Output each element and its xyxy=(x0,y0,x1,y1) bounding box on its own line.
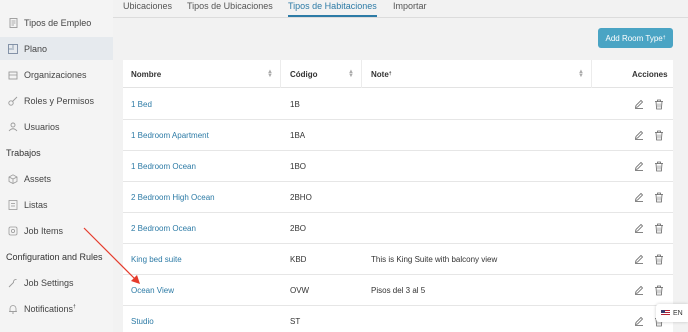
sort-icon[interactable]: ▲ ▼ xyxy=(348,69,354,79)
list-icon xyxy=(8,199,18,210)
sidebar-item-label: Roles y Permisos xyxy=(24,95,95,106)
organization-icon xyxy=(8,70,18,80)
trash-icon[interactable] xyxy=(653,129,665,141)
tab-ubicaciones[interactable]: Ubicaciones xyxy=(123,0,172,17)
edit-icon[interactable] xyxy=(633,160,645,172)
edit-icon[interactable] xyxy=(633,222,645,234)
table-row: King bed suite KBD This is King Suite with… xyxy=(123,244,673,275)
sidebar-item-plano[interactable]: Plano xyxy=(0,37,113,60)
bell-icon xyxy=(8,304,18,314)
room-type-code: KBD xyxy=(290,255,307,264)
key-icon xyxy=(8,96,18,106)
sidebar-item-usuarios[interactable]: Usuarios xyxy=(0,115,113,138)
table-row: Ocean View OVW Pisos del 3 al 5 xyxy=(123,275,673,306)
trash-icon[interactable] xyxy=(653,98,665,110)
trash-icon[interactable] xyxy=(653,160,665,172)
floorplan-icon xyxy=(8,43,18,54)
edit-icon[interactable] xyxy=(633,191,645,203)
table-row: 2 Bedroom Ocean 2BO xyxy=(123,213,673,244)
users-icon xyxy=(8,122,18,132)
table-header: Nombre ▲ ▼ Código ▲ ▼ Note † ▲ ▼ Acciones xyxy=(123,60,673,88)
column-divider xyxy=(361,60,362,88)
sidebar-item-label: Listas xyxy=(24,199,48,210)
tab-tipos-de-ubicaciones[interactable]: Tipos de Ubicaciones xyxy=(187,0,273,17)
sidebar-item-job-settings[interactable]: Job Settings xyxy=(0,271,113,294)
sidebar-item-listas[interactable]: Listas xyxy=(0,193,113,216)
table-row: 1 Bed 1B xyxy=(123,89,673,120)
language-selector[interactable]: EN xyxy=(656,304,688,322)
tab-tipos-de-habitaciones[interactable]: Tipos de Habitaciones xyxy=(288,0,377,17)
sidebar-item-organizaciones[interactable]: Organizaciones xyxy=(0,63,113,86)
room-type-code: OVW xyxy=(290,286,310,295)
sidebar-item-label: Organizaciones xyxy=(24,69,87,80)
trash-icon[interactable] xyxy=(653,222,665,234)
wrench-icon xyxy=(8,278,18,288)
room-type-note: Pisos del 3 al 5 xyxy=(371,286,426,295)
room-type-name-link[interactable]: 1 Bedroom Ocean xyxy=(131,151,196,182)
room-type-name-link[interactable]: 1 Bed xyxy=(131,89,152,120)
room-type-name-link[interactable]: King bed suite xyxy=(131,244,182,275)
column-divider xyxy=(280,60,281,88)
room-type-name-link[interactable]: Studio xyxy=(131,306,154,332)
sidebar-item-label: Assets xyxy=(24,173,52,184)
tab-divider xyxy=(113,17,688,18)
column-header-note[interactable]: Note † xyxy=(371,60,392,88)
sidebar-item-label: Job Items xyxy=(24,225,64,236)
edit-icon[interactable] xyxy=(633,284,645,296)
trash-icon[interactable] xyxy=(653,253,665,265)
room-type-name-link[interactable]: 1 Bedroom Apartment xyxy=(131,120,209,151)
section-heading-configuration: Configuration and Rules xyxy=(6,252,103,262)
room-type-note: This is King Suite with balcony view xyxy=(371,255,498,264)
sidebar-item-notifications[interactable]: Notifications† xyxy=(0,297,113,320)
add-room-type-button[interactable]: Add Room Type † xyxy=(598,28,673,48)
sidebar-item-label: Tipos de Empleo xyxy=(24,17,92,28)
sidebar-item-tipos-de-empleo[interactable]: Tipos de Empleo xyxy=(0,11,113,34)
table-row: Studio ST xyxy=(123,306,673,332)
us-flag-icon xyxy=(661,310,670,316)
hanger-icon xyxy=(8,226,18,236)
edit-icon[interactable] xyxy=(633,315,645,327)
sidebar-item-label: Job Settings xyxy=(24,277,74,288)
table-row: 2 Bedroom High Ocean 2BHO xyxy=(123,182,673,213)
section-heading-trabajos: Trabajos xyxy=(6,148,41,158)
room-type-code: 1BA xyxy=(290,131,306,140)
sidebar-item-label: Usuarios xyxy=(24,121,60,132)
room-type-name-link[interactable]: Ocean View xyxy=(131,275,174,306)
room-types-table: Nombre ▲ ▼ Código ▲ ▼ Note † ▲ ▼ Acciones 1 … xyxy=(123,60,673,332)
room-type-code: ST xyxy=(290,317,301,326)
sidebar-item-roles-y-permisos[interactable]: Roles y Permisos xyxy=(0,89,113,112)
edit-icon[interactable] xyxy=(633,129,645,141)
sort-icon[interactable]: ▲ ▼ xyxy=(267,69,273,79)
room-type-code: 1B xyxy=(290,100,300,109)
sort-icon[interactable]: ▲ ▼ xyxy=(578,69,584,79)
sidebar-item-label: Notifications† xyxy=(24,303,76,314)
column-header-acciones: Acciones xyxy=(632,69,668,79)
room-type-code: 1BO xyxy=(290,162,307,171)
tab-bar: Ubicaciones Tipos de Ubicaciones Tipos d… xyxy=(113,0,688,18)
sidebar-item-label: Plano xyxy=(24,43,48,54)
trash-icon[interactable] xyxy=(653,284,665,296)
room-type-code: 2BO xyxy=(290,224,307,233)
room-type-name-link[interactable]: 2 Bedroom Ocean xyxy=(131,213,196,244)
cube-icon xyxy=(8,173,18,184)
column-header-codigo[interactable]: Código xyxy=(290,60,318,88)
room-type-name-link[interactable]: 2 Bedroom High Ocean xyxy=(131,182,215,213)
table-row: 1 Bedroom Ocean 1BO xyxy=(123,151,673,182)
room-type-code: 2BHO xyxy=(290,193,312,202)
tab-importar[interactable]: Importar xyxy=(393,0,427,17)
sidebar: Tipos de Empleo Plano Organizaciones Rol… xyxy=(0,0,113,332)
edit-icon[interactable] xyxy=(633,98,645,110)
trash-icon[interactable] xyxy=(653,191,665,203)
sidebar-item-assets[interactable]: Assets xyxy=(0,167,113,190)
table-row: 1 Bedroom Apartment 1BA xyxy=(123,120,673,151)
column-divider xyxy=(591,60,592,88)
edit-icon[interactable] xyxy=(633,253,645,265)
column-header-nombre[interactable]: Nombre xyxy=(131,60,161,88)
document-icon xyxy=(8,17,18,28)
sidebar-item-job-items[interactable]: Job Items xyxy=(0,219,113,242)
